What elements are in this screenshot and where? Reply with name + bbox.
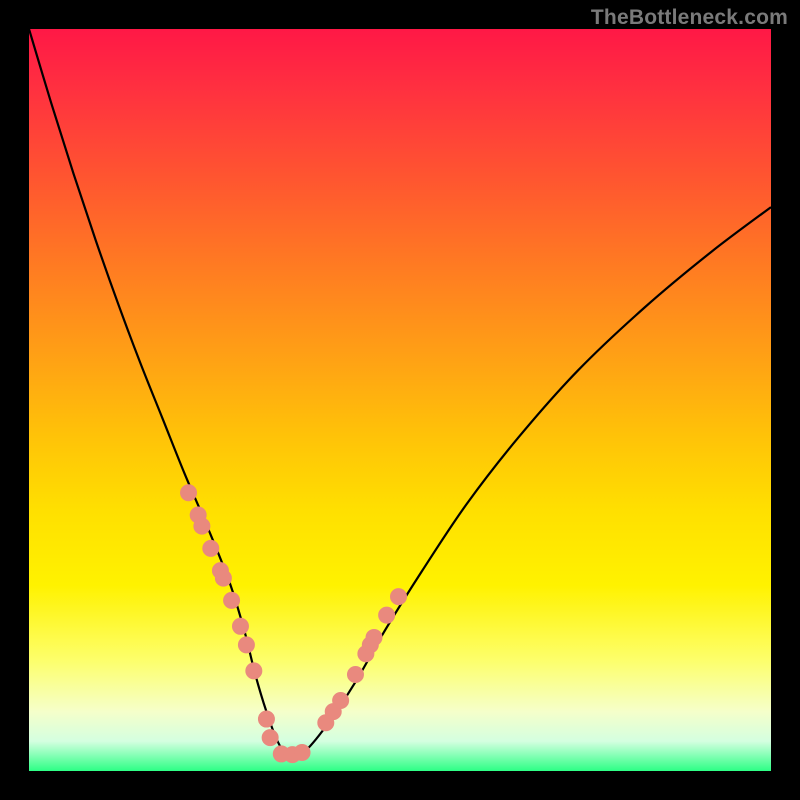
- data-dot: [347, 667, 363, 683]
- data-dot: [391, 589, 407, 605]
- data-dot: [262, 730, 278, 746]
- plot-area: [29, 29, 771, 771]
- curve-svg: [29, 29, 771, 771]
- watermark-text: TheBottleneck.com: [591, 6, 788, 30]
- data-dot: [181, 485, 197, 501]
- data-dot: [294, 744, 310, 760]
- data-dot: [366, 629, 382, 645]
- data-dot: [238, 637, 254, 653]
- bottleneck-curve: [29, 29, 771, 757]
- data-dot: [379, 607, 395, 623]
- data-dot: [232, 618, 248, 634]
- data-dot: [224, 592, 240, 608]
- chart-canvas: TheBottleneck.com: [0, 0, 800, 800]
- data-dot: [203, 540, 219, 556]
- data-dot: [194, 518, 210, 534]
- data-dots: [181, 485, 407, 763]
- data-dot: [215, 570, 231, 586]
- data-dot: [258, 711, 274, 727]
- data-dot: [333, 693, 349, 709]
- data-dot: [246, 663, 262, 679]
